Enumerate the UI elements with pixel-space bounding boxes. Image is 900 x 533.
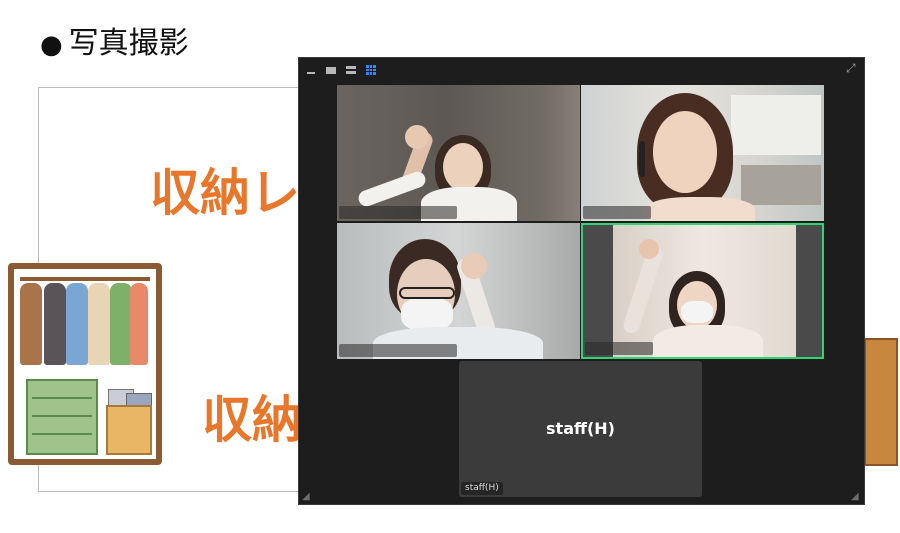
meeting-window[interactable]: ⤢ staff(H) staff(H) ◢ ◢ (298, 57, 865, 505)
gallery-grid-icon (366, 65, 376, 75)
participant-name-label (339, 206, 457, 219)
participant-video-tile[interactable] (337, 223, 580, 359)
participant-video-tile[interactable] (337, 85, 580, 221)
drawer-icon (26, 379, 98, 455)
participant-name-label (583, 206, 651, 219)
slide-title: ● 写真撮影 (40, 18, 189, 62)
minimize-icon (307, 72, 315, 74)
gallery-view-button[interactable] (365, 64, 377, 76)
participant-video (613, 225, 796, 357)
film-strip-icon (346, 66, 356, 74)
participant-name-label (339, 344, 457, 357)
participant-video-tile[interactable] (581, 85, 824, 221)
closet-illustration (8, 263, 162, 465)
participant-tile-no-video[interactable]: staff(H) staff(H) (459, 361, 702, 497)
participant-name-label: staff(H) (461, 482, 503, 495)
film-strip-view-button[interactable] (345, 64, 357, 76)
coat-icon (88, 283, 110, 365)
view-toolbar (305, 62, 377, 78)
coat-icon (20, 283, 42, 365)
closet-rod (20, 277, 150, 281)
slide-text-line-2: 収納 (202, 391, 302, 449)
participant-display-name: staff(H) (546, 419, 615, 438)
participant-video-tile-active[interactable] (581, 223, 824, 359)
participant-name-label (585, 342, 653, 355)
coat-icon (130, 283, 148, 365)
expand-window-icon[interactable]: ⤢ (846, 62, 858, 74)
minimize-button[interactable] (305, 64, 317, 76)
coat-icon (66, 283, 88, 365)
slide-title-text: 写真撮影 (68, 26, 189, 61)
participant-video (337, 223, 580, 359)
coat-icon (110, 283, 132, 365)
resize-handle-icon[interactable]: ◢ (851, 492, 861, 502)
storage-box-icon (106, 405, 152, 455)
cardboard-box-icon (864, 338, 898, 466)
speaker-view-icon (326, 66, 336, 74)
coat-icon (44, 283, 66, 365)
participant-video (337, 85, 580, 221)
speaker-view-button[interactable] (325, 64, 337, 76)
slide-text-line-1: 収納レ (150, 164, 300, 222)
resize-handle-icon[interactable]: ◢ (302, 492, 312, 502)
participant-video (581, 85, 824, 221)
bullet-icon: ● (40, 30, 63, 60)
